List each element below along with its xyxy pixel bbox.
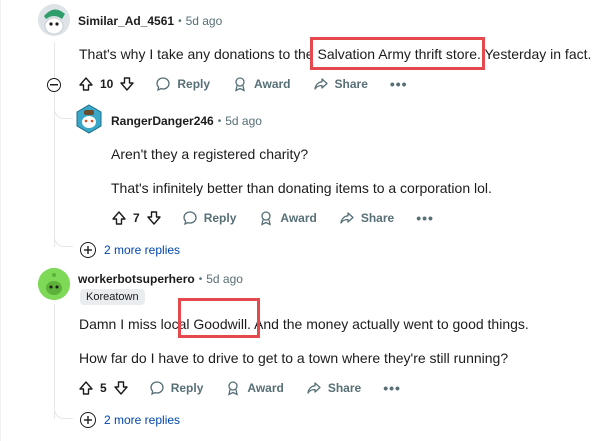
comment-bubble-icon	[183, 211, 197, 226]
share-icon	[340, 212, 354, 224]
downvote-icon[interactable]	[119, 76, 135, 92]
reply-button[interactable]: Reply	[141, 374, 212, 402]
vote-group: 10	[78, 76, 135, 92]
snoo-avatar-icon	[38, 4, 70, 36]
share-icon	[313, 78, 328, 90]
award-label: Award	[247, 381, 284, 395]
downvote-icon[interactable]	[146, 210, 162, 226]
comment-actions: 10 Reply Award Share •••	[78, 70, 416, 98]
upvote-icon[interactable]	[111, 210, 127, 226]
thread-line	[0, 0, 1, 441]
award-icon	[235, 77, 245, 92]
award-icon	[261, 211, 272, 226]
award-icon	[228, 381, 239, 396]
comment-actions: 5 Reply Award Share •••	[78, 374, 409, 402]
reply-button[interactable]: Reply	[174, 204, 245, 232]
snoo-avatar-icon	[38, 268, 70, 300]
share-button[interactable]: Share	[305, 70, 376, 98]
share-icon	[307, 382, 321, 394]
comment-timestamp[interactable]: 5d ago	[186, 14, 223, 28]
comment-body: That's infinitely better than donating i…	[111, 180, 492, 196]
share-button[interactable]: Share	[298, 374, 369, 402]
plus-circle-icon	[80, 412, 96, 428]
more-options-button[interactable]: •••	[382, 76, 416, 92]
thread-line	[54, 42, 55, 247]
collapse-thread-button[interactable]	[47, 78, 61, 92]
award-button[interactable]: Award	[250, 204, 324, 232]
separator-dot: •	[217, 115, 222, 127]
comment-body: Damn I miss local Goodwill. And the mone…	[79, 316, 529, 332]
comment-author[interactable]: RangerDanger246	[111, 114, 214, 128]
more-replies-label: 2 more replies	[104, 413, 181, 427]
comment-timestamp[interactable]: 5d ago	[225, 114, 262, 128]
avatar[interactable]	[38, 4, 70, 36]
comment-actions: 7 Reply Award Share •••	[111, 204, 442, 232]
user-flair: Koreatown	[80, 289, 145, 305]
reply-button[interactable]: Reply	[147, 70, 218, 98]
more-options-button[interactable]: •••	[408, 210, 442, 226]
separator-dot: •	[178, 15, 182, 27]
plus-circle-icon	[80, 242, 96, 258]
share-label: Share	[334, 77, 368, 91]
avatar[interactable]	[75, 104, 103, 134]
downvote-icon[interactable]	[113, 380, 129, 396]
highlight-box-goodwill	[178, 298, 260, 338]
more-replies-link[interactable]: 2 more replies	[80, 242, 180, 258]
comment-author[interactable]: Similar_Ad_4561	[78, 14, 174, 28]
thread-elbow	[54, 408, 73, 419]
comment-body: Aren't they a registered charity?	[111, 146, 309, 162]
award-label: Award	[280, 211, 317, 225]
vote-count: 5	[100, 381, 107, 395]
award-label: Award	[254, 77, 291, 91]
vote-count: 7	[133, 211, 140, 225]
vote-group: 7	[111, 210, 162, 226]
comment-bubble-icon	[150, 381, 164, 396]
more-options-button[interactable]: •••	[375, 380, 409, 396]
comment-bubble-icon	[156, 77, 171, 92]
thread-elbow	[54, 236, 73, 247]
comment-body: How far do I have to drive to get to a t…	[79, 350, 509, 366]
comment-author[interactable]: workerbotsuperhero	[78, 272, 195, 286]
award-button[interactable]: Award	[217, 374, 291, 402]
share-label: Share	[360, 211, 395, 225]
reply-label: Reply	[177, 77, 211, 91]
vote-group: 5	[78, 380, 129, 396]
comment-timestamp[interactable]: 5d ago	[206, 272, 243, 286]
upvote-icon[interactable]	[78, 380, 94, 396]
separator-dot: •	[198, 273, 203, 285]
more-replies-link[interactable]: 2 more replies	[80, 412, 180, 428]
highlight-box-salvation-army	[310, 37, 485, 70]
thread-elbow	[54, 106, 73, 119]
minus-icon	[50, 84, 58, 86]
share-button[interactable]: Share	[331, 204, 402, 232]
share-label: Share	[327, 381, 362, 395]
award-button[interactable]: Award	[224, 70, 298, 98]
thread-line	[54, 304, 55, 419]
reply-label: Reply	[203, 211, 237, 225]
snoo-avatar-icon	[76, 104, 102, 134]
vote-count: 10	[100, 77, 114, 91]
more-replies-label: 2 more replies	[104, 243, 181, 257]
upvote-icon[interactable]	[78, 76, 94, 92]
avatar[interactable]	[38, 268, 70, 300]
reply-label: Reply	[170, 381, 204, 395]
